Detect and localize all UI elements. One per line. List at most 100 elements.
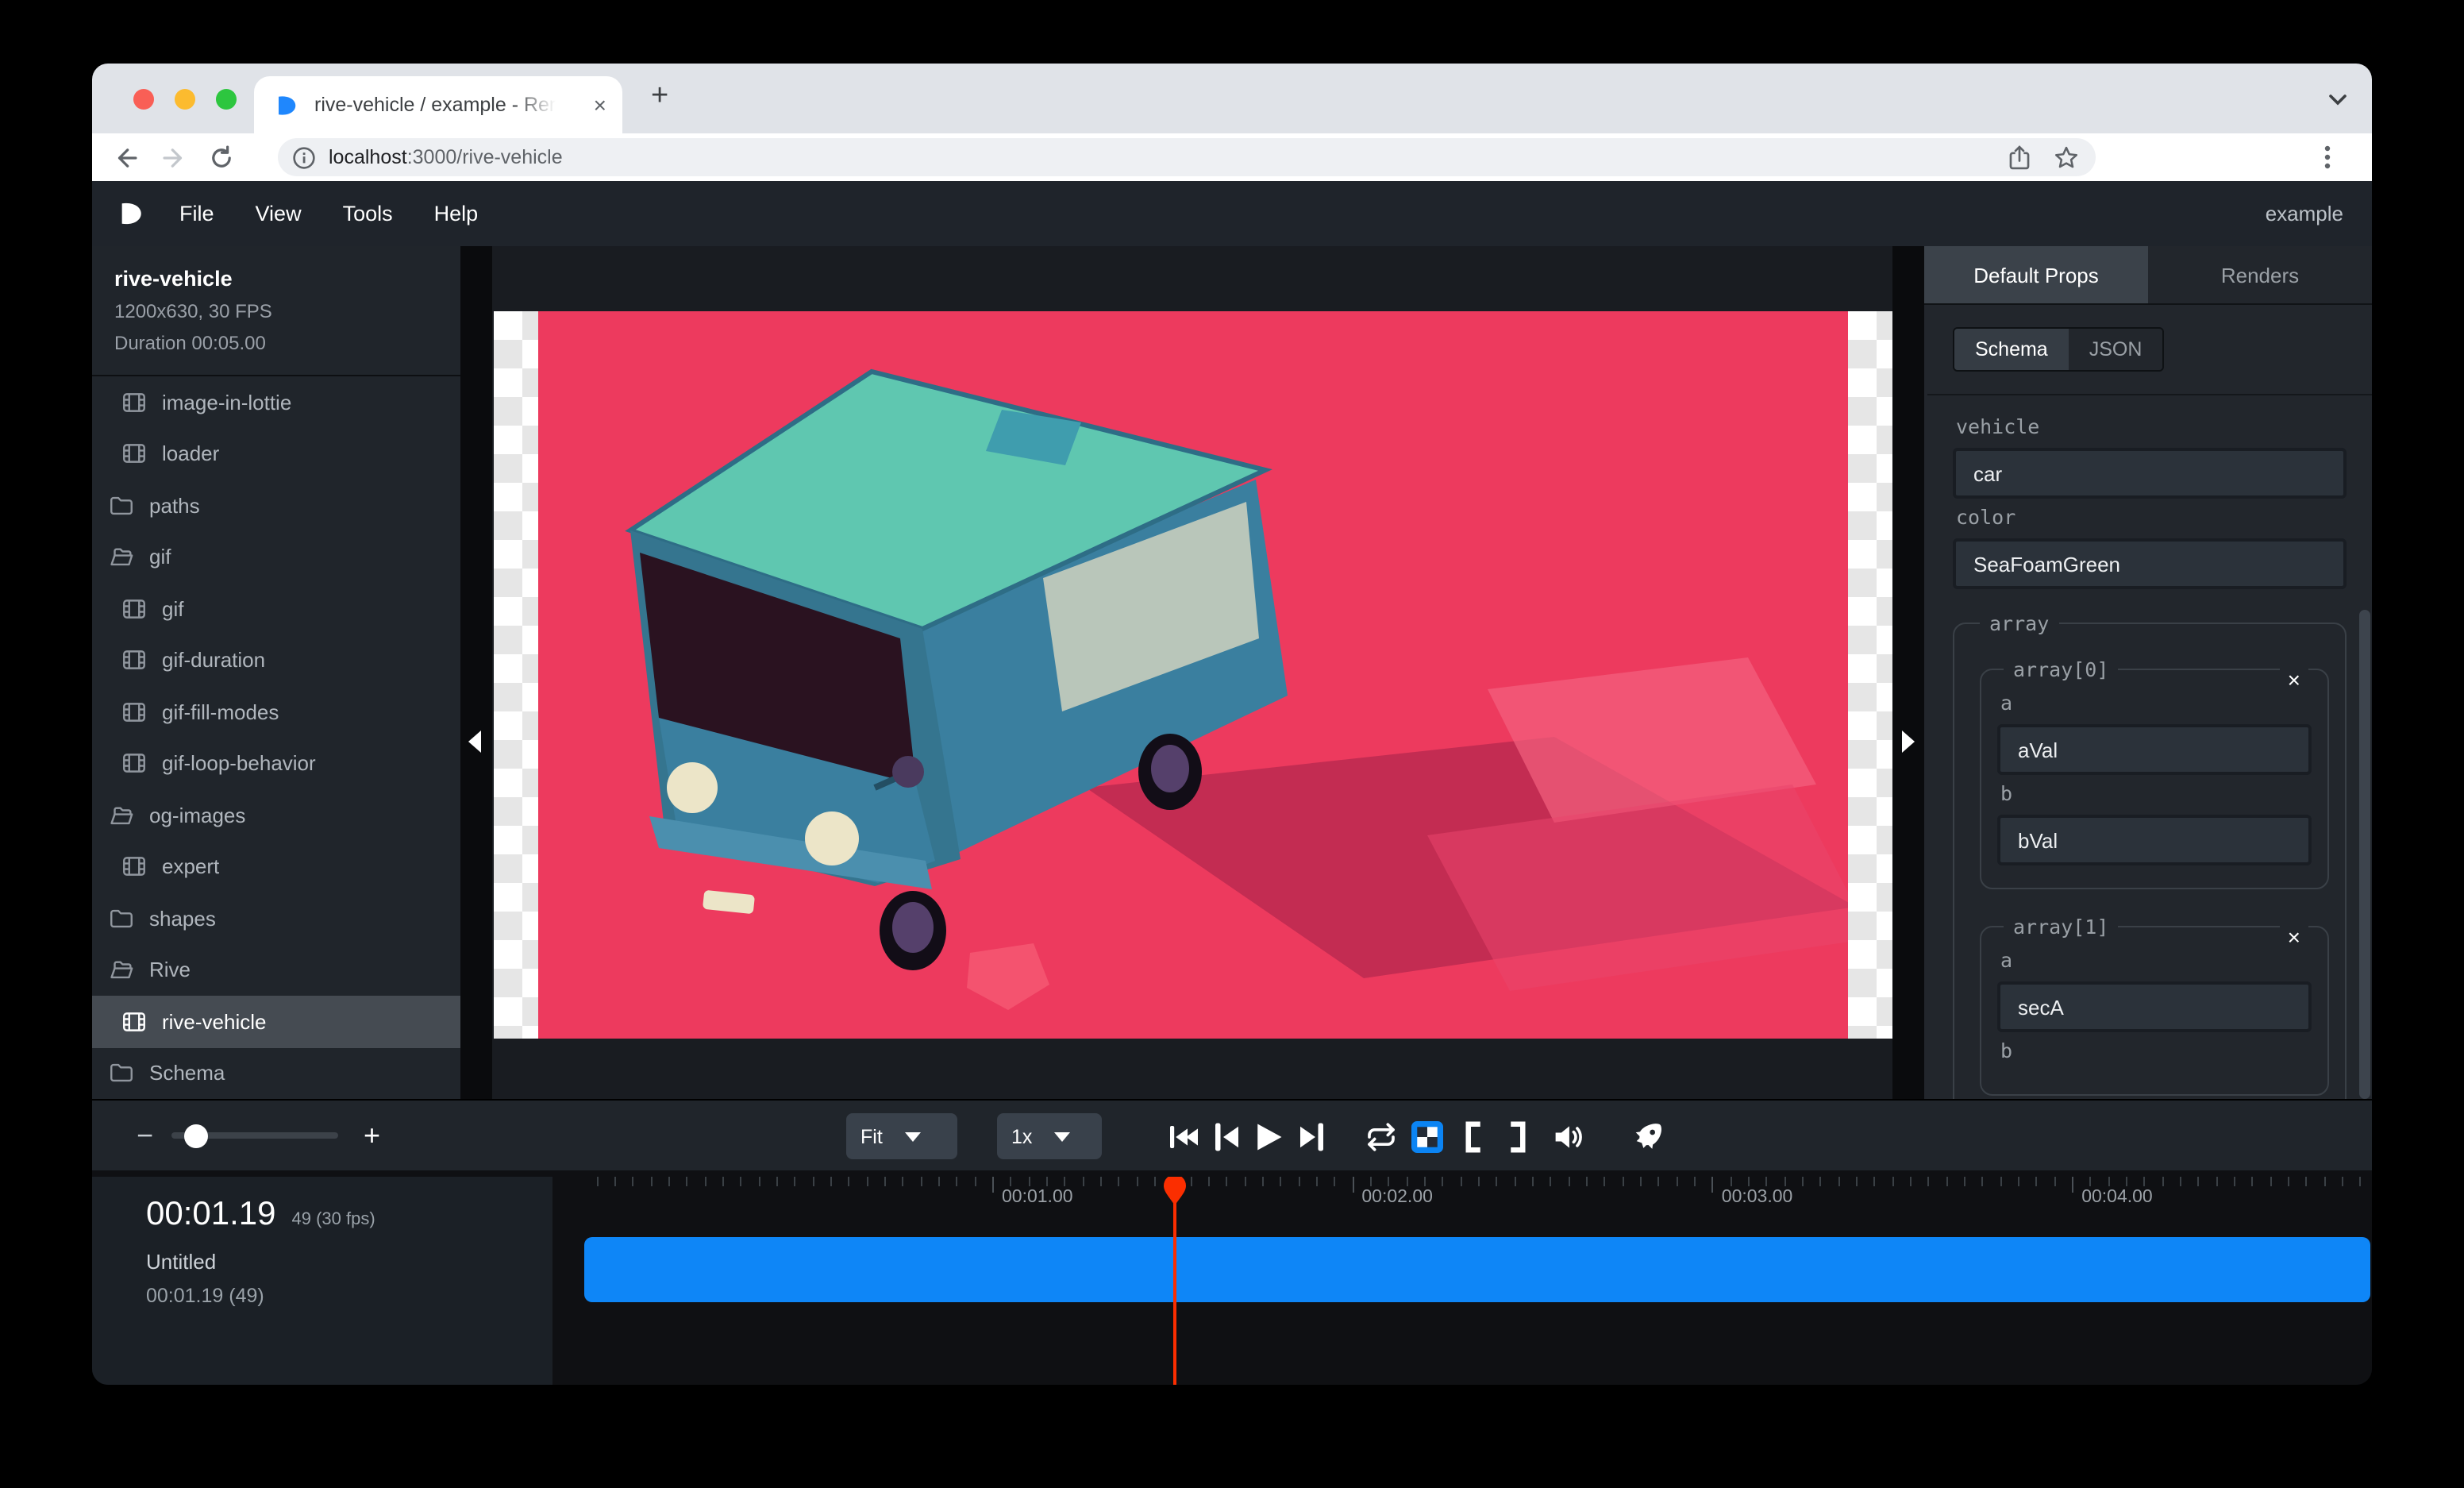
sidebar-item-label: image-in-lottie xyxy=(162,391,291,414)
composition-frame xyxy=(494,311,1892,1039)
playback-rate-select[interactable]: 1x xyxy=(997,1113,1102,1159)
sidebar-item-expert[interactable]: expert xyxy=(92,841,460,892)
collapse-right-panel-icon[interactable] xyxy=(1902,731,1915,753)
canvas-size-select[interactable]: Fit xyxy=(846,1113,957,1159)
ruler-tick xyxy=(2018,1177,2019,1186)
sidebar-item-image-in-lottie[interactable]: image-in-lottie xyxy=(92,376,460,428)
remove-array-item-icon[interactable]: × xyxy=(2280,924,2308,951)
new-tab-button[interactable]: + xyxy=(651,83,668,111)
folder-open-icon xyxy=(108,957,135,984)
field-input-a[interactable] xyxy=(1997,981,2312,1032)
sidebar-item-schema[interactable]: Schema xyxy=(92,1047,460,1099)
ruler-tick xyxy=(920,1177,922,1186)
sidebar-item-gif[interactable]: gif xyxy=(92,531,460,583)
sidebar-item-shapes[interactable]: shapes xyxy=(92,892,460,944)
chevron-down-icon[interactable] xyxy=(2326,87,2350,111)
out-point-icon[interactable] xyxy=(1502,1121,1534,1153)
field-input-vehicle[interactable] xyxy=(1953,448,2347,499)
transparency-checkerboard-icon[interactable] xyxy=(1411,1121,1443,1153)
playhead-line[interactable] xyxy=(1173,1180,1176,1385)
menu-item-tools[interactable]: Tools xyxy=(343,202,393,226)
collapse-left-panel-icon[interactable] xyxy=(468,731,481,753)
zoom-out-button[interactable]: − xyxy=(137,1119,159,1152)
in-point-icon[interactable] xyxy=(1457,1121,1489,1153)
close-window-button[interactable] xyxy=(133,89,154,110)
menu-item-view[interactable]: View xyxy=(256,202,302,226)
ruler-tick xyxy=(1496,1177,1498,1186)
playhead-pin[interactable] xyxy=(1164,1177,1186,1205)
sidebar-item-og-images[interactable]: og-images xyxy=(92,789,460,841)
timeline-track-name: Untitled xyxy=(146,1250,552,1274)
window-controls xyxy=(133,89,237,110)
volume-icon[interactable] xyxy=(1553,1121,1584,1153)
sidebar-item-rive-vehicle[interactable]: rive-vehicle xyxy=(92,996,460,1047)
tab-renders[interactable]: Renders xyxy=(2148,246,2372,303)
remotion-logo-icon[interactable] xyxy=(117,200,144,227)
omnibox-actions xyxy=(2007,144,2080,171)
menu-item-help[interactable]: Help xyxy=(434,202,479,226)
ruler-tick xyxy=(884,1177,886,1186)
loop-icon[interactable] xyxy=(1365,1121,1397,1153)
sidebar-item-rive[interactable]: Rive xyxy=(92,944,460,996)
sidebar-item-label: gif xyxy=(162,597,183,621)
ruler-second-tick xyxy=(1352,1177,1353,1193)
maximize-window-button[interactable] xyxy=(216,89,237,110)
ruler-tick xyxy=(1802,1177,1804,1186)
sidebar-item-gif-loop-behavior[interactable]: gif-loop-behavior xyxy=(92,738,460,789)
folder-icon xyxy=(108,905,135,932)
ruler-time-label: 00:01.00 xyxy=(1002,1188,1073,1207)
sidebar-item-loader[interactable]: loader xyxy=(92,428,460,480)
field-input-b[interactable] xyxy=(1997,815,2312,865)
folder-icon xyxy=(108,492,135,519)
back-icon[interactable] xyxy=(113,144,140,171)
reload-icon[interactable] xyxy=(208,144,235,171)
browser-menu-icon[interactable] xyxy=(2315,145,2340,170)
jump-to-start-icon[interactable] xyxy=(1168,1121,1200,1153)
sidebar-item-gif[interactable]: gif xyxy=(92,583,460,634)
forward-icon[interactable] xyxy=(160,144,187,171)
sidebar-item-gif-fill-modes[interactable]: gif-fill-modes xyxy=(92,686,460,738)
sidebar-item-label: og-images xyxy=(149,804,245,827)
site-info-icon[interactable] xyxy=(292,145,316,169)
remove-array-item-icon[interactable]: × xyxy=(2280,667,2308,694)
ruler-tick xyxy=(2342,1177,2343,1186)
ruler-tick xyxy=(1262,1177,1264,1186)
props-body: Schema JSON vehiclecolor array array[0]×… xyxy=(1924,305,2372,1099)
ruler-tick xyxy=(2000,1177,2002,1186)
fast-refresh-rocket-icon[interactable] xyxy=(1632,1121,1664,1153)
ruler-tick xyxy=(2252,1177,2254,1186)
field-input-color[interactable] xyxy=(1953,538,2347,589)
timeline-info-panel: 00:01.1949 (30 fps) Untitled 00:01.19 (4… xyxy=(92,1177,552,1385)
field-label-b: b xyxy=(2000,781,2312,805)
zoom-in-button[interactable]: + xyxy=(364,1119,380,1152)
tab-default-props[interactable]: Default Props xyxy=(1924,246,2148,303)
toggle-schema[interactable]: Schema xyxy=(1954,329,2069,370)
share-icon[interactable] xyxy=(2007,144,2032,171)
browser-tab[interactable]: rive-vehicle / example - Remoti × xyxy=(254,76,622,133)
composition-stage xyxy=(538,311,1848,1039)
bookmark-star-icon[interactable] xyxy=(2053,144,2080,171)
sidebar-item-label: expert xyxy=(162,855,219,879)
timeline-ruler[interactable]: 00:01.0000:02.0000:03.0000:04.00 xyxy=(584,1177,2372,1215)
tab-close-icon[interactable]: × xyxy=(594,94,606,116)
field-input-a[interactable] xyxy=(1997,724,2312,775)
zoom-slider[interactable] xyxy=(171,1132,338,1139)
play-icon[interactable] xyxy=(1253,1121,1284,1153)
next-frame-icon[interactable] xyxy=(1296,1121,1327,1153)
props-scrollbar[interactable] xyxy=(2359,610,2370,1099)
zoom-slider-thumb[interactable] xyxy=(184,1124,208,1147)
film-icon xyxy=(121,441,148,468)
previous-frame-icon[interactable] xyxy=(1211,1121,1243,1153)
timeline-track-bar[interactable] xyxy=(584,1237,2370,1302)
url-field[interactable]: localhost:3000/rive-vehicle xyxy=(278,138,2096,176)
sidebar-item-gif-duration[interactable]: gif-duration xyxy=(92,634,460,686)
prop-fields: vehiclecolor xyxy=(1953,414,2347,589)
ruler-tick xyxy=(1154,1177,1156,1186)
film-icon xyxy=(121,1008,148,1035)
sidebar-item-paths[interactable]: paths xyxy=(92,480,460,531)
ruler-tick xyxy=(1874,1177,1876,1186)
minimize-window-button[interactable] xyxy=(175,89,195,110)
menu-item-file[interactable]: File xyxy=(179,202,214,226)
toggle-json[interactable]: JSON xyxy=(2069,329,2163,370)
ruler-tick xyxy=(2126,1177,2127,1186)
